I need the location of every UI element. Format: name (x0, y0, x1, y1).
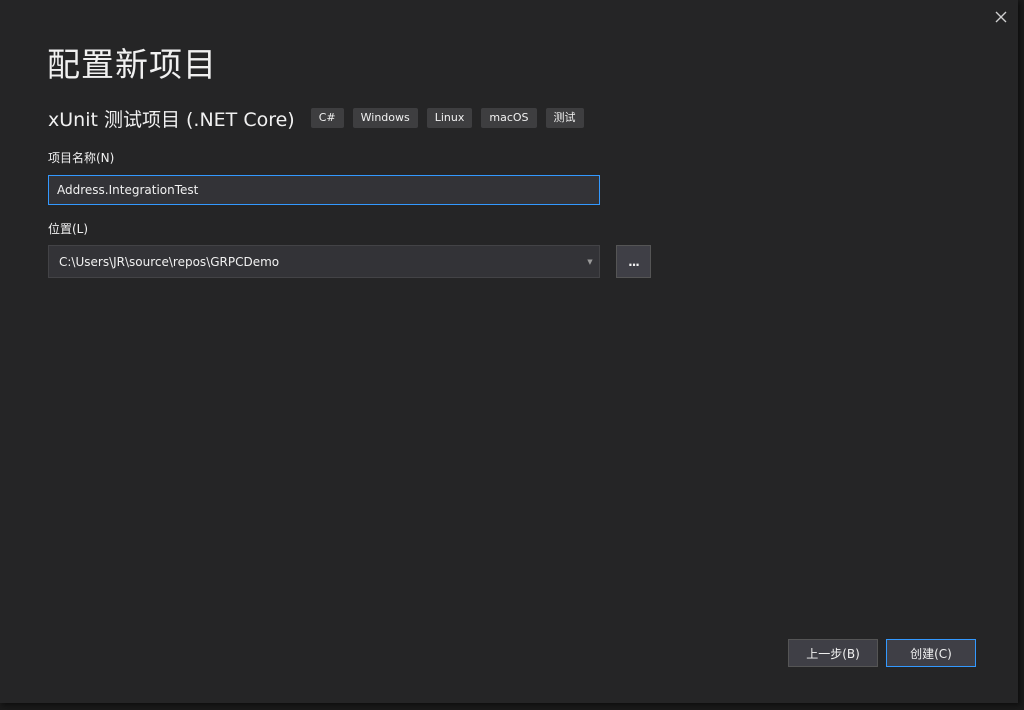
location-combobox[interactable]: C:\Users\JR\source\repos\GRPCDemo ▼ (48, 245, 600, 278)
dropdown-arrow-icon[interactable]: ▼ (583, 258, 597, 266)
tag-language: C# (310, 108, 344, 128)
tag-project-type: 测试 (545, 108, 584, 128)
project-name-input[interactable] (48, 175, 600, 205)
page-title: 配置新项目 (47, 45, 217, 84)
tag-platform-macos: macOS (481, 108, 537, 128)
browse-location-button[interactable]: ... (616, 245, 651, 278)
project-name-label: 项目名称(N) (48, 151, 115, 165)
configure-project-dialog: 配置新项目 xUnit 测试项目 (.NET Core) C# Windows … (0, 0, 1018, 703)
template-info: xUnit 测试项目 (.NET Core) C# Windows Linux … (48, 104, 593, 132)
template-name: xUnit 测试项目 (.NET Core) (48, 108, 295, 131)
tag-platform-windows: Windows (352, 108, 418, 128)
tag-platform-linux: Linux (426, 108, 473, 128)
back-button[interactable]: 上一步(B) (788, 639, 878, 667)
close-icon (995, 11, 1007, 23)
location-value: C:\Users\JR\source\repos\GRPCDemo (59, 254, 280, 269)
create-button[interactable]: 创建(C) (886, 639, 976, 667)
close-button[interactable] (991, 7, 1011, 27)
location-label: 位置(L) (48, 222, 89, 236)
